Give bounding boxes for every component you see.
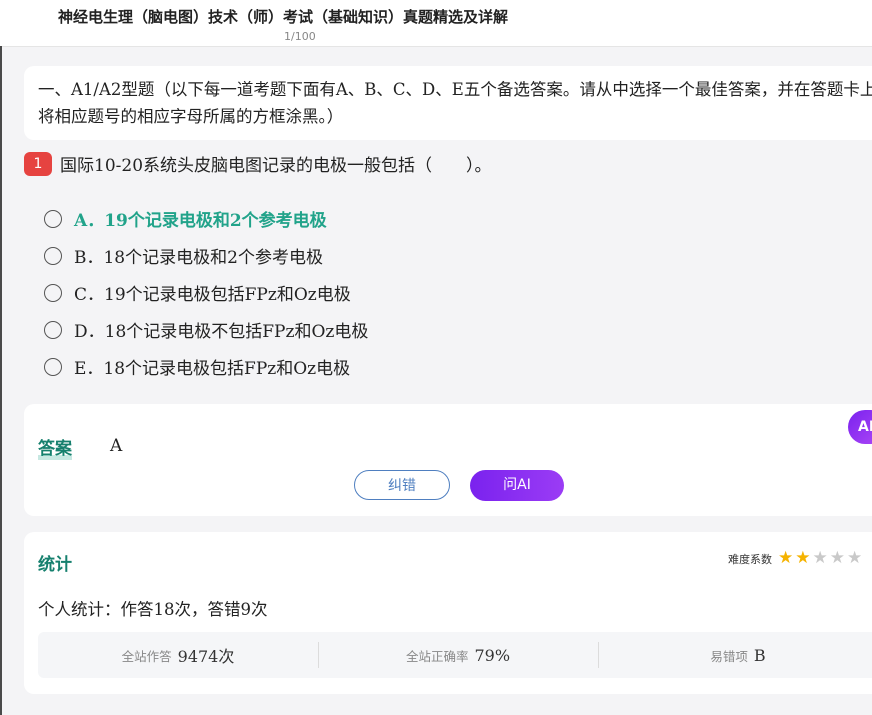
radio-button[interactable]	[44, 283, 62, 302]
common-wrong-stat: 易错项 B	[598, 632, 872, 678]
left-scroll-edge	[0, 46, 2, 715]
question-stem: 1 国际10-20系统头皮脑电图记录的电极一般包括（ ）。	[24, 150, 872, 178]
section-instructions-card: 一、A1/A2型题（以下每一道考题下面有A、B、C、D、E五个备选答案。请从中选…	[24, 66, 872, 140]
option-label: C．19个记录电极包括FPz和Oz电极	[74, 285, 351, 305]
top-bar: 神经电生理（脑电图）技术（师）考试（基础知识）真题精选及详解 1/100	[0, 0, 872, 47]
option-a[interactable]: A．19个记录电极和2个参考电极	[44, 200, 844, 237]
question-number-badge: 1	[24, 152, 52, 176]
site-answers-label: 全站作答	[121, 648, 172, 664]
site-accuracy-value: 79%	[474, 645, 511, 665]
statistics-card: 统计 难度系数 ★ ★ ★ ★ ★ 个人统计：作答18次，答错9次 全站作答 9…	[24, 532, 872, 694]
option-e[interactable]: E．18个记录电极包括FPz和Oz电极	[44, 348, 844, 385]
radio-button[interactable]	[44, 209, 62, 228]
option-label: E．18个记录电极包括FPz和Oz电极	[74, 359, 351, 379]
answer-value: A	[110, 436, 123, 456]
difficulty-label: 难度系数	[728, 552, 772, 566]
answer-label: 答案	[38, 434, 72, 460]
common-wrong-value: B	[753, 645, 766, 665]
star-icon: ★	[778, 548, 794, 568]
site-stats-strip: 全站作答 9474次 全站正确率 79% 易错项 B	[38, 632, 872, 678]
common-wrong-label: 易错项	[710, 648, 748, 664]
option-c[interactable]: C．19个记录电极包括FPz和Oz电极	[44, 274, 844, 311]
section-instructions: 一、A1/A2型题（以下每一道考题下面有A、B、C、D、E五个备选答案。请从中选…	[38, 80, 872, 126]
difficulty-rating: 难度系数 ★ ★ ★ ★ ★	[728, 550, 864, 567]
personal-stats: 个人统计：作答18次，答错9次	[38, 600, 268, 619]
star-icon: ★	[829, 548, 845, 568]
site-accuracy-label: 全站正确率	[405, 648, 469, 664]
radio-button[interactable]	[44, 246, 62, 265]
star-icon: ★	[847, 548, 863, 568]
star-icon: ★	[812, 548, 828, 568]
option-b[interactable]: B．18个记录电极和2个参考电极	[44, 237, 844, 274]
report-error-button[interactable]: 纠错	[354, 470, 450, 500]
site-answers-value: 9474次	[177, 647, 235, 666]
radio-button[interactable]	[44, 320, 62, 339]
statistics-title: 统计	[38, 555, 72, 575]
site-answers-stat: 全站作答 9474次	[38, 632, 318, 678]
question-text: 国际10-20系统头皮脑电图记录的电极一般包括（ ）。	[60, 156, 492, 176]
option-label: A．19个记录电极和2个参考电极	[74, 211, 327, 231]
ask-ai-button[interactable]: 问AI	[470, 470, 564, 501]
page-indicator: 1/100	[284, 30, 316, 43]
option-list: A．19个记录电极和2个参考电极 B．18个记录电极和2个参考电极 C．19个记…	[44, 200, 844, 385]
star-icon: ★	[795, 548, 811, 568]
option-d[interactable]: D．18个记录电极不包括FPz和Oz电极	[44, 311, 844, 348]
document-title: 神经电生理（脑电图）技术（师）考试（基础知识）真题精选及详解	[58, 8, 509, 26]
option-label: D．18个记录电极不包括FPz和Oz电极	[74, 322, 369, 342]
radio-button[interactable]	[44, 357, 62, 376]
answer-card: 答案 A 纠错 问AI	[24, 404, 872, 516]
option-label: B．18个记录电极和2个参考电极	[74, 248, 323, 268]
site-accuracy-stat: 全站正确率 79%	[318, 632, 598, 678]
